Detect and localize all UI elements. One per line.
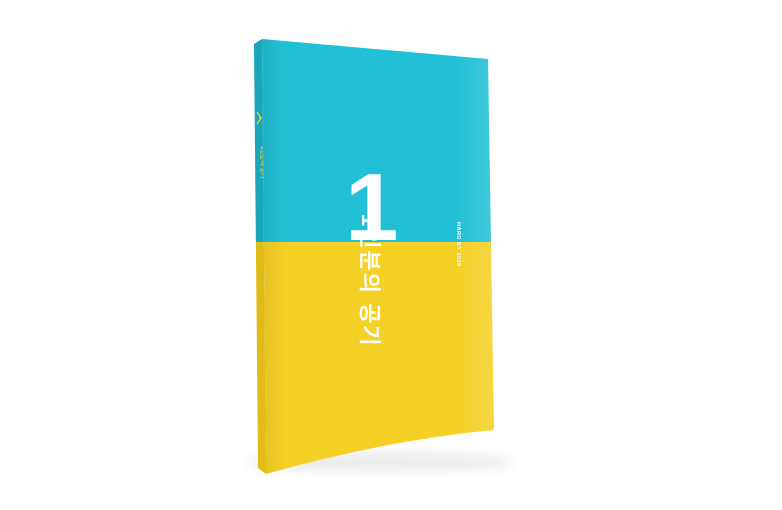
book-illustration: 1인분의 공기 1 1인분의 공기 HARD BY 2020 bbox=[245, 39, 515, 474]
cover-tagline: HARD BY 2020 bbox=[455, 222, 461, 267]
book-mockup-scene: 1인분의 공기 1 1인분의 공기 HARD BY 2020 bbox=[0, 0, 782, 510]
cover-title: 1인분의 공기 bbox=[357, 214, 382, 348]
